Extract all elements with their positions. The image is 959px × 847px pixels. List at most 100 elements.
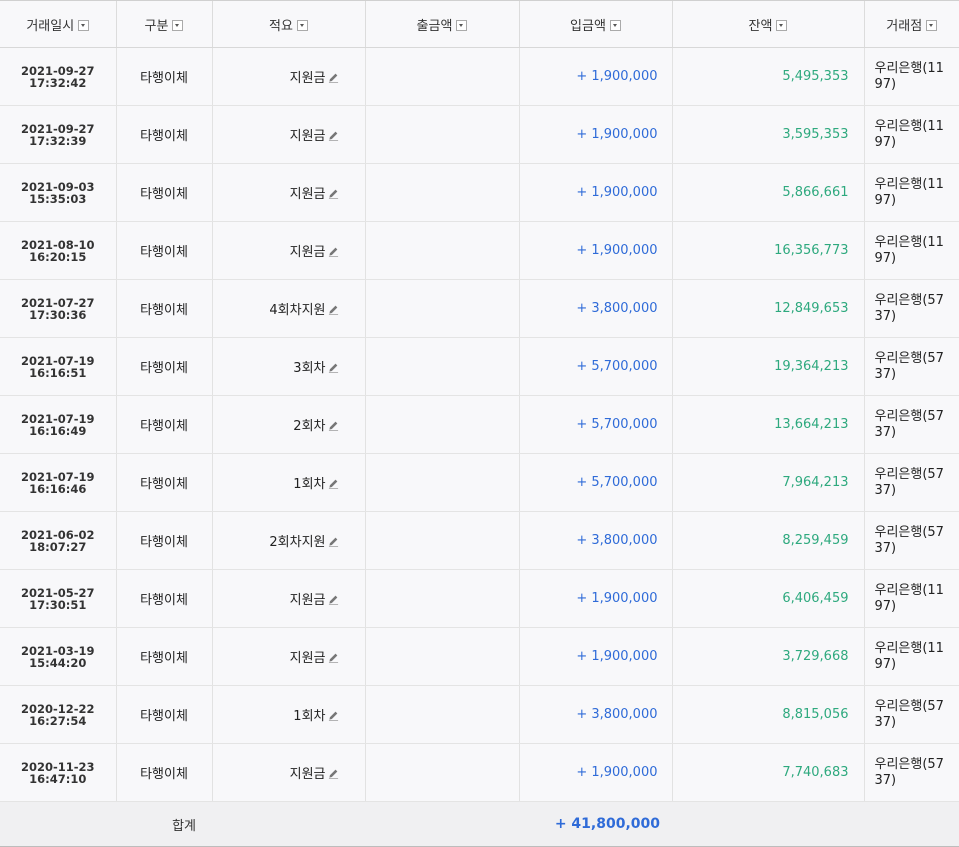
memo-text: 3회차 [293,361,326,376]
transaction-date: 2021-07-27 [20,295,95,310]
table-row[interactable]: 2021-09-27 17:32:42 타행이체 지원금 + 1,900,000… [0,47,959,106]
memo-cell: 지원금 [211,569,365,628]
transaction-date: 2021-05-27 [20,585,95,600]
header-label: 출금액 [416,18,453,34]
pencil-edit-icon[interactable] [328,536,339,547]
pencil-edit-icon[interactable] [328,594,339,605]
balance-cell: 8,259,459 [671,511,864,570]
total-row: 합계 + 41,800,000 [0,801,959,847]
transaction-date: 2020-12-22 [20,701,95,716]
deposit-cell: + 1,900,000 [518,743,672,802]
table-row[interactable]: 2021-07-19 16:16:49 타행이체 2회차 + 5,700,000… [0,395,959,454]
branch-cell: 우리은행(5737) [863,453,959,512]
memo-text: 1회차 [293,709,326,724]
table-row[interactable]: 2021-09-03 15:35:03 타행이체 지원금 + 1,900,000… [0,163,959,222]
kind-cell: 타행이체 [115,511,212,570]
memo-text: 지원금 [289,651,326,666]
withdrawal-cell [364,395,519,454]
sort-dropdown-icon[interactable] [456,19,468,31]
table-row[interactable]: 2021-08-10 16:20:15 타행이체 지원금 + 1,900,000… [0,221,959,280]
transaction-time: 16:20:15 [29,249,87,264]
table-row[interactable]: 2021-07-19 16:16:51 타행이체 3회차 + 5,700,000… [0,337,959,396]
memo-cell: 2회차지원 [211,511,365,570]
pencil-edit-icon[interactable] [328,652,339,663]
pencil-edit-icon[interactable] [328,478,339,489]
sort-dropdown-icon[interactable] [609,19,621,31]
memo-cell: 4회차지원 [211,279,365,338]
memo-cell: 지원금 [211,163,365,222]
pencil-edit-icon[interactable] [328,130,339,141]
branch-cell: 우리은행(1197) [863,47,959,106]
pencil-edit-icon[interactable] [328,246,339,257]
table-row[interactable]: 2020-11-23 16:47:10 타행이체 지원금 + 1,900,000… [0,743,959,802]
pencil-edit-icon[interactable] [328,72,339,83]
branch-cell: 우리은행(1197) [863,627,959,686]
withdrawal-cell [364,337,519,396]
pencil-edit-icon[interactable] [328,304,339,315]
memo-text: 4회차지원 [269,303,326,318]
memo-text: 지원금 [289,71,326,86]
kind-cell: 타행이체 [115,221,212,280]
sort-dropdown-icon[interactable] [776,19,788,31]
datetime-cell: 2020-11-23 16:47:10 [0,743,116,802]
balance-cell: 8,815,056 [671,685,864,744]
balance-cell: 3,729,668 [671,627,864,686]
sort-dropdown-icon[interactable] [926,19,938,31]
memo-cell: 3회차 [211,337,365,396]
datetime-cell: 2021-07-19 16:16:46 [0,453,116,512]
table-row[interactable]: 2021-09-27 17:32:39 타행이체 지원금 + 1,900,000… [0,105,959,164]
header-label: 잔액 [748,18,773,34]
header-label: 적요 [269,18,293,34]
withdrawal-cell [364,569,519,628]
deposit-cell: + 5,700,000 [518,337,672,396]
table-row[interactable]: 2020-12-22 16:27:54 타행이체 1회차 + 3,800,000… [0,685,959,744]
kind-cell: 타행이체 [115,337,212,396]
kind-cell: 타행이체 [115,47,212,106]
pencil-edit-icon[interactable] [328,768,339,779]
pencil-edit-icon[interactable] [328,420,339,431]
kind-cell: 타행이체 [115,685,212,744]
branch-cell: 우리은행(5737) [863,511,959,570]
kind-cell: 타행이체 [115,743,212,802]
table-row[interactable]: 2021-05-27 17:30:51 타행이체 지원금 + 1,900,000… [0,569,959,628]
header-label: 거래일시 [26,18,75,34]
pencil-edit-icon[interactable] [328,710,339,721]
transaction-time: 15:44:20 [29,655,87,670]
transaction-date: 2021-07-19 [20,411,95,426]
table-row[interactable]: 2021-07-27 17:30:36 타행이체 4회차지원 + 3,800,0… [0,279,959,338]
sort-dropdown-icon[interactable] [296,19,308,31]
transaction-table: 거래일시 구분 적요 출금액 입금액 잔액 거래점 2021-09-27 17:… [0,0,959,847]
transaction-time: 17:32:42 [29,75,87,90]
deposit-cell: + 1,900,000 [518,105,672,164]
memo-cell: 지원금 [211,221,365,280]
header-datetime: 거래일시 [0,0,116,48]
pencil-edit-icon[interactable] [328,362,339,373]
withdrawal-cell [364,743,519,802]
pencil-edit-icon[interactable] [328,188,339,199]
transaction-date: 2021-03-19 [20,643,95,658]
withdrawal-cell [364,685,519,744]
table-row[interactable]: 2021-03-19 15:44:20 타행이체 지원금 + 1,900,000… [0,627,959,686]
kind-cell: 타행이체 [115,569,212,628]
total-empty-cell [212,801,365,847]
datetime-cell: 2021-07-19 16:16:51 [0,337,116,396]
branch-cell: 우리은행(5737) [863,395,959,454]
sort-dropdown-icon[interactable] [78,19,90,31]
balance-cell: 6,406,459 [671,569,864,628]
deposit-cell: + 3,800,000 [518,511,672,570]
datetime-cell: 2021-09-27 17:32:42 [0,47,116,106]
withdrawal-cell [364,627,519,686]
header-deposit: 입금액 [518,0,672,48]
datetime-cell: 2021-07-19 16:16:49 [0,395,116,454]
table-row[interactable]: 2021-06-02 18:07:27 타행이체 2회차지원 + 3,800,0… [0,511,959,570]
transaction-time: 18:07:27 [29,539,87,554]
sort-dropdown-icon[interactable] [172,19,184,31]
transaction-time: 16:16:49 [29,423,87,438]
withdrawal-cell [364,511,519,570]
table-row[interactable]: 2021-07-19 16:16:46 타행이체 1회차 + 5,700,000… [0,453,959,512]
datetime-cell: 2021-03-19 15:44:20 [0,627,116,686]
total-empty-cell [864,801,959,847]
kind-cell: 타행이체 [115,395,212,454]
balance-cell: 13,664,213 [671,395,864,454]
datetime-cell: 2021-08-10 16:20:15 [0,221,116,280]
